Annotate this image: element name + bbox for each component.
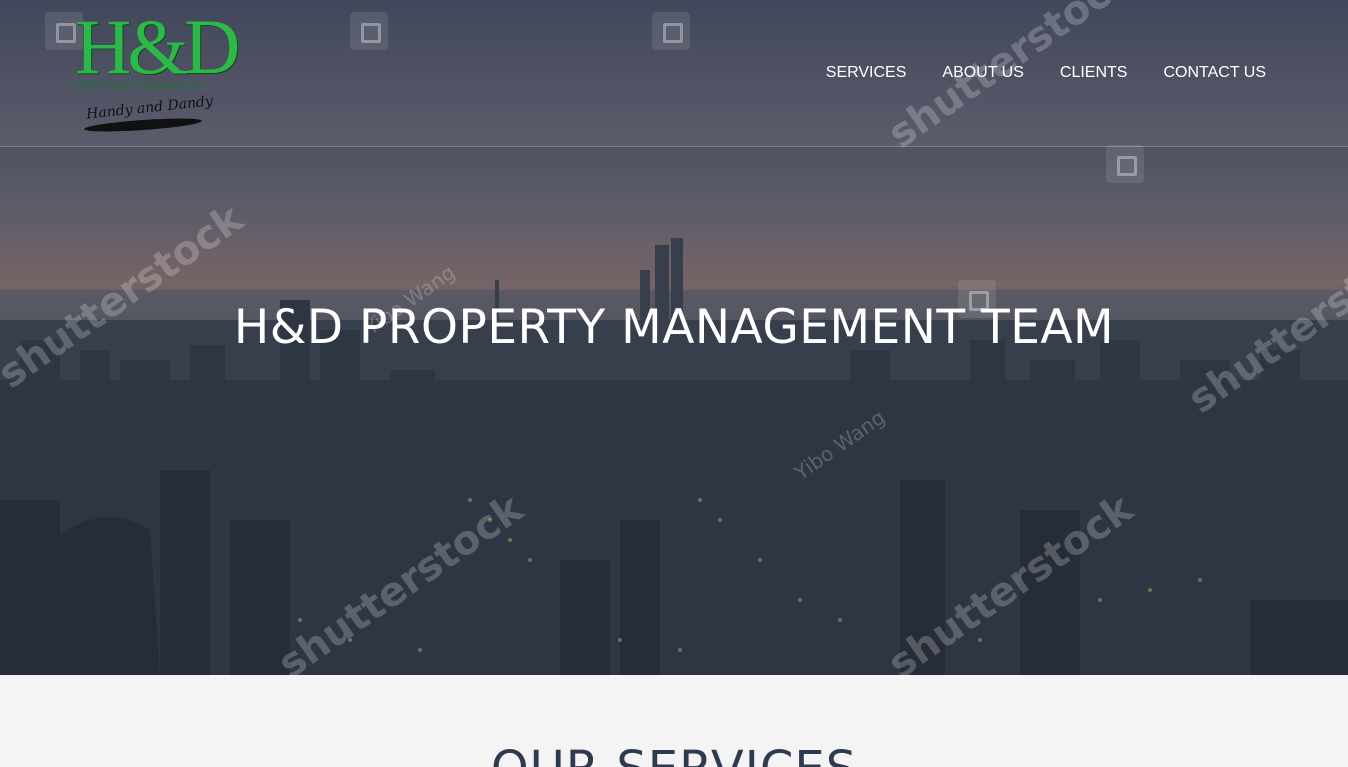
services-heading: OUR SERVICES [0,739,1348,767]
logo-mark: H&D [75,3,240,90]
main-nav: SERVICES ABOUT US CLIENTS CONTACT US [826,64,1266,82]
watermark-icon [1106,145,1144,183]
site-header: H&D H&D Group of Companies, Inc. Handy a… [0,0,1348,147]
nav-link-services[interactable]: SERVICES [826,64,907,82]
hero-title: H&D PROPERTY MANAGEMENT TEAM [233,300,1115,355]
nav-link-contact-us[interactable]: CONTACT US [1163,64,1266,82]
logo-company-name: H&D Group of Companies, Inc. [76,80,205,91]
services-section: OUR SERVICES [0,675,1348,767]
company-logo[interactable]: H&D H&D Group of Companies, Inc. Handy a… [72,8,240,138]
hero-section: shutterstock shutterstock shutterstock s… [0,0,1348,675]
nav-link-clients[interactable]: CLIENTS [1060,64,1128,82]
nav-link-about-us[interactable]: ABOUT US [942,64,1024,82]
